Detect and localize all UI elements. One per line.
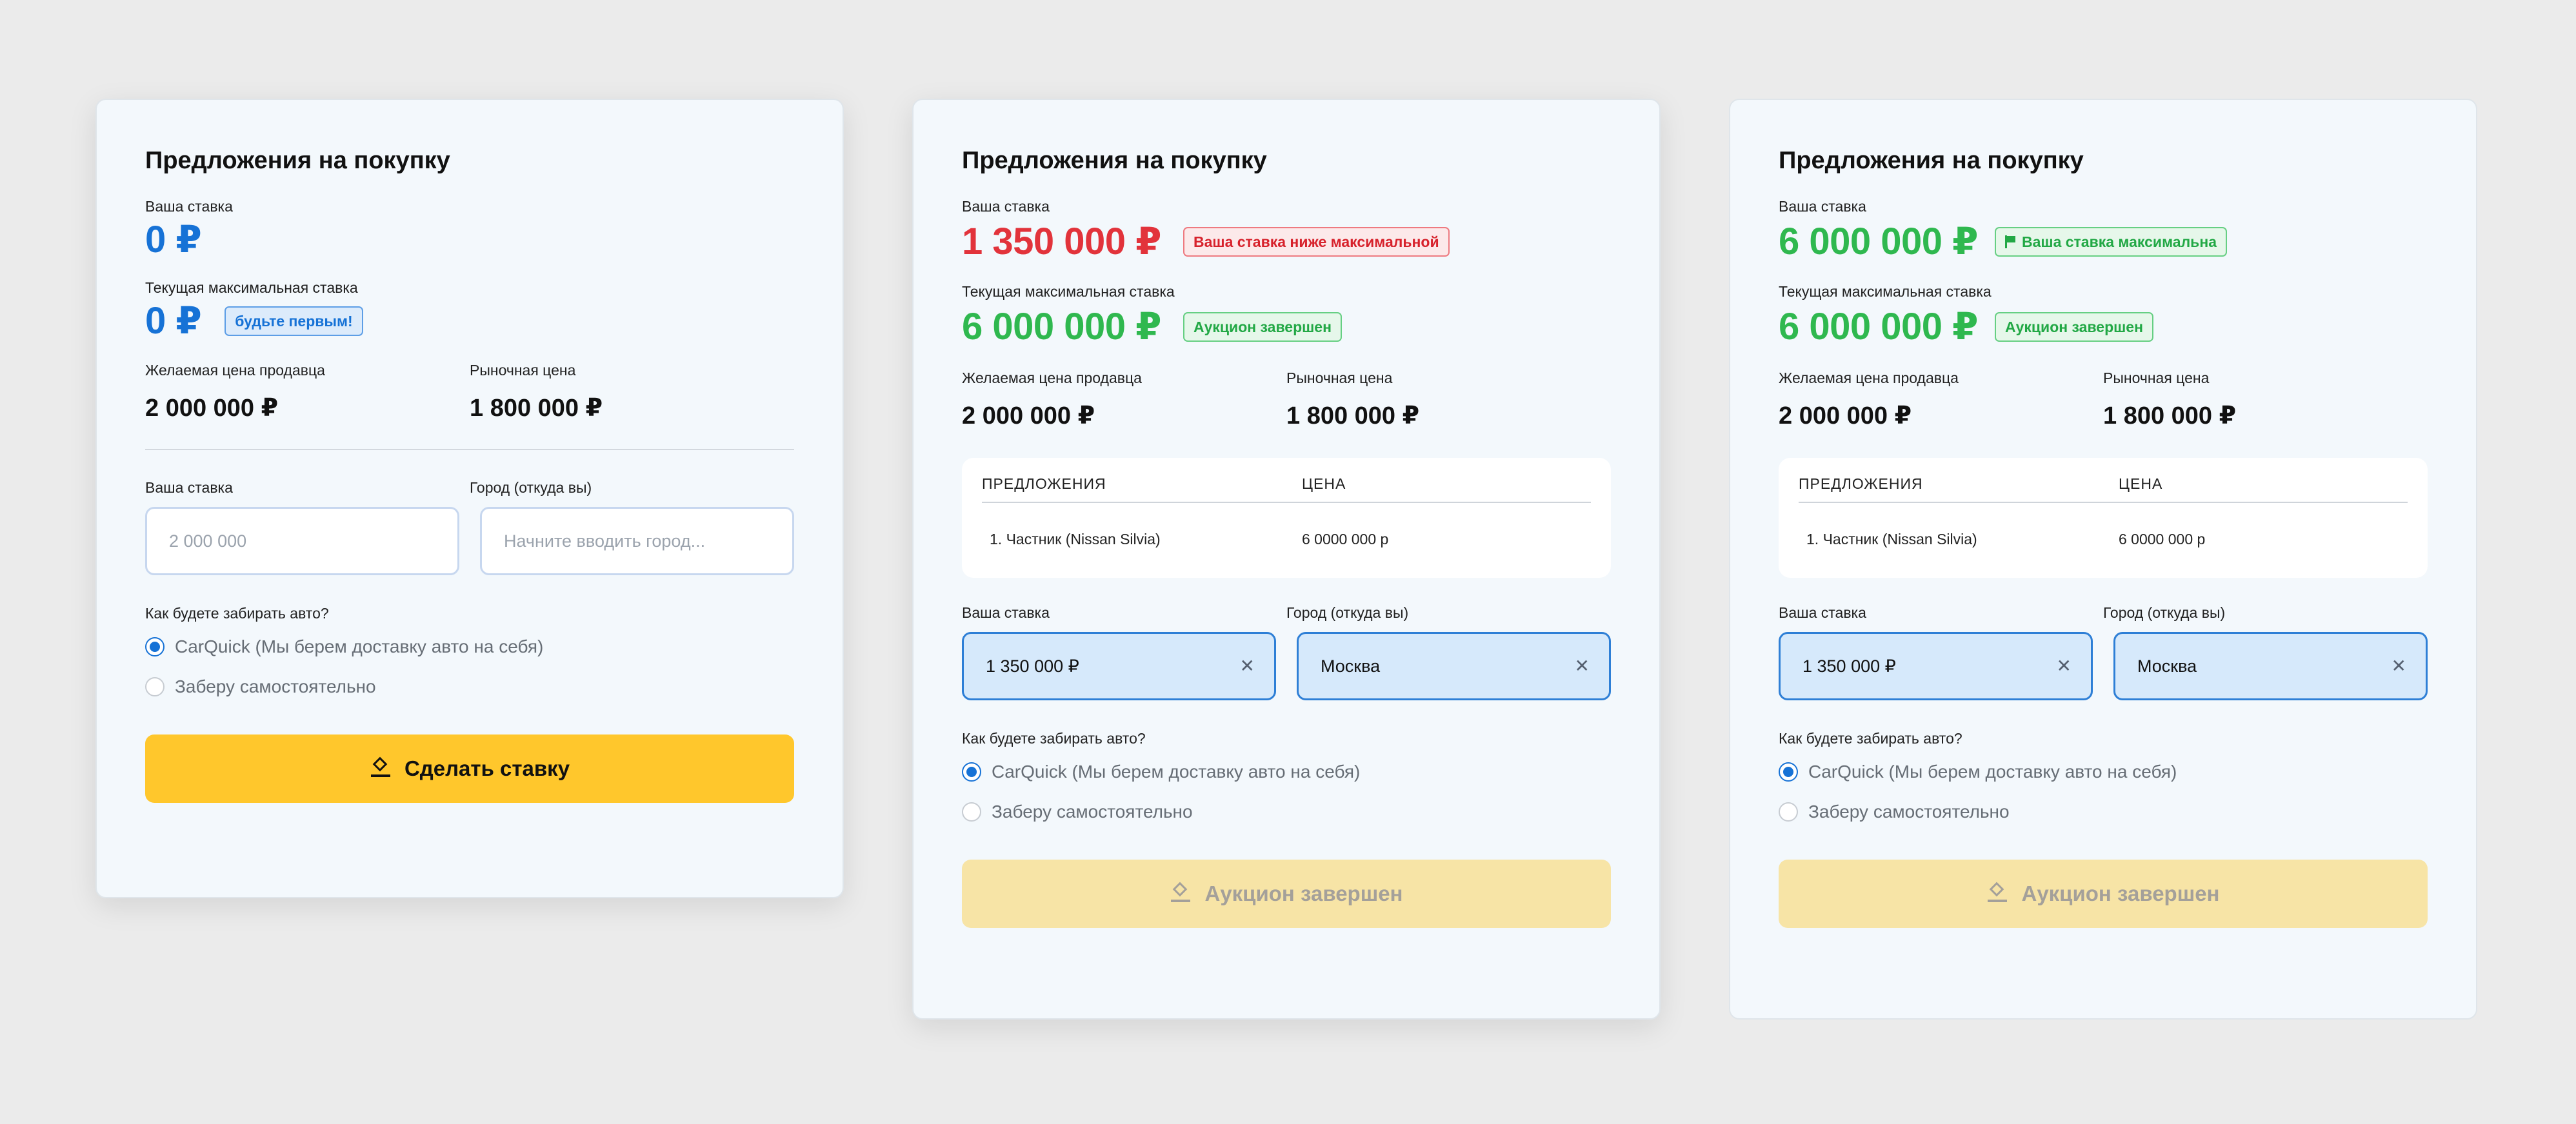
radio-delivery[interactable] xyxy=(145,637,165,656)
auction-closed-button[interactable]: Аукцион завершен xyxy=(1779,860,2428,928)
market-price-label: Рыночная цена xyxy=(2103,370,2210,386)
offers-col-header: ПРЕДЛОЖЕНИЯ xyxy=(1799,475,1923,492)
radio-delivery-label[interactable]: CarQuick (Мы берем доставку авто на себя… xyxy=(175,635,543,658)
radio-delivery[interactable] xyxy=(1779,762,1798,782)
status-badge: будьте первым! xyxy=(225,306,363,336)
gavel-icon xyxy=(1986,883,2010,905)
card-title: Предложения на покупку xyxy=(145,147,450,174)
city-input[interactable]: Москва ✕ xyxy=(1297,632,1611,700)
close-icon[interactable]: ✕ xyxy=(1575,657,1590,675)
flag-icon xyxy=(2005,235,2015,248)
radio-delivery-label[interactable]: CarQuick (Мы берем доставку авто на себя… xyxy=(1808,760,2177,784)
your-bid-value: 1 350 000 ₽ xyxy=(962,221,1162,262)
radio-self-pickup[interactable] xyxy=(145,677,165,696)
radio-delivery[interactable] xyxy=(962,762,981,782)
table-row: 1. Частник (Nissan Silvia) 6 0000 000 р xyxy=(1799,503,2408,548)
max-bid-label: Текущая максимальная ставка xyxy=(145,279,358,296)
status-badge: Ваша ставка ниже максимальной xyxy=(1183,227,1450,257)
city-input-label: Город (откуда вы) xyxy=(470,479,592,496)
radio-self-pickup-label[interactable]: Заберу самостоятельно xyxy=(175,675,376,698)
offer-price: 6 0000 000 р xyxy=(1302,531,1389,547)
radio-self-pickup-label[interactable]: Заберу самостоятельно xyxy=(1808,800,2010,823)
bid-input[interactable]: 1 350 000 ₽ ✕ xyxy=(1779,632,2093,700)
auction-status-badge: Аукцион завершен xyxy=(1995,312,2153,342)
city-input-value: Москва xyxy=(2137,656,2197,676)
max-bid-value: 6 000 000 ₽ xyxy=(1779,306,1979,348)
bid-input[interactable]: 2 000 000 xyxy=(145,507,459,575)
market-price-value: 1 800 000 ₽ xyxy=(470,395,603,422)
auction-closed-button-label: Аукцион завершен xyxy=(1204,882,1403,905)
market-price-value: 1 800 000 ₽ xyxy=(1286,402,1420,429)
status-badge: Ваша ставка максимальна xyxy=(1995,227,2228,257)
offer-price: 6 0000 000 р xyxy=(2119,531,2206,547)
bid-input-value: 1 350 000 ₽ xyxy=(986,656,1079,676)
radio-self-pickup-label[interactable]: Заберу самостоятельно xyxy=(992,800,1193,823)
market-price-label: Рыночная цена xyxy=(1286,370,1393,386)
price-col-header: ЦЕНА xyxy=(2119,475,2163,492)
your-bid-value: 6 000 000 ₽ xyxy=(1779,221,1979,262)
divider xyxy=(145,449,794,450)
bid-card-lower: Предложения на покупку Ваша ставка 1 350… xyxy=(912,99,1661,1020)
city-input-label: Город (откуда вы) xyxy=(1286,604,1409,621)
seller-price-value: 2 000 000 ₽ xyxy=(962,402,1095,429)
city-input-label: Город (откуда вы) xyxy=(2103,604,2226,621)
city-input-value: Москва xyxy=(1321,656,1381,676)
status-badge-label: Ваша ставка максимальна xyxy=(2022,233,2217,250)
market-price-value: 1 800 000 ₽ xyxy=(2103,402,2237,429)
offer-name: 1. Частник (Nissan Silvia) xyxy=(990,531,1161,547)
offer-name: 1. Частник (Nissan Silvia) xyxy=(1806,531,1977,547)
pickup-question: Как будете забирать авто? xyxy=(962,730,1146,747)
place-bid-button[interactable]: Сделать ставку xyxy=(145,735,794,803)
bid-input-label: Ваша ставка xyxy=(962,604,1050,621)
max-bid-label: Текущая максимальная ставка xyxy=(962,283,1175,300)
your-bid-value: 0 ₽ xyxy=(145,219,202,261)
radio-self-pickup[interactable] xyxy=(1779,802,1798,822)
close-icon[interactable]: ✕ xyxy=(2391,657,2406,675)
seller-price-label: Желаемая цена продавца xyxy=(1779,370,1959,386)
seller-price-value: 2 000 000 ₽ xyxy=(1779,402,1912,429)
offers-table: ПРЕДЛОЖЕНИЯ ЦЕНА 1. Частник (Nissan Silv… xyxy=(962,458,1611,578)
auction-closed-button-label: Аукцион завершен xyxy=(2021,882,2220,905)
card-title: Предложения на покупку xyxy=(1779,147,2084,174)
bid-input-label: Ваша ставка xyxy=(145,479,233,496)
pickup-question: Как будете забирать авто? xyxy=(1779,730,1962,747)
bid-input-value: 1 350 000 ₽ xyxy=(1802,656,1896,676)
bid-input-label: Ваша ставка xyxy=(1779,604,1866,621)
seller-price-value: 2 000 000 ₽ xyxy=(145,395,279,422)
bid-card-winning: Предложения на покупку Ваша ставка 6 000… xyxy=(1729,99,2477,1020)
price-col-header: ЦЕНА xyxy=(1302,475,1346,492)
pickup-question: Как будете забирать авто? xyxy=(145,605,329,622)
your-bid-label: Ваша ставка xyxy=(962,198,1050,215)
gavel-icon xyxy=(370,758,393,780)
auction-closed-button[interactable]: Аукцион завершен xyxy=(962,860,1611,928)
max-bid-label: Текущая максимальная ставка xyxy=(1779,283,1992,300)
max-bid-value: 6 000 000 ₽ xyxy=(962,306,1162,348)
radio-self-pickup[interactable] xyxy=(962,802,981,822)
city-input[interactable]: Начните вводить город... xyxy=(480,507,794,575)
gavel-icon xyxy=(1170,883,1193,905)
radio-delivery-label[interactable]: CarQuick (Мы берем доставку авто на себя… xyxy=(992,760,1360,784)
offers-col-header: ПРЕДЛОЖЕНИЯ xyxy=(982,475,1106,492)
card-title: Предложения на покупку xyxy=(962,147,1267,174)
your-bid-label: Ваша ставка xyxy=(1779,198,1866,215)
place-bid-button-label: Сделать ставку xyxy=(404,756,570,780)
table-row: 1. Частник (Nissan Silvia) 6 0000 000 р xyxy=(982,503,1591,548)
offers-table: ПРЕДЛОЖЕНИЯ ЦЕНА 1. Частник (Nissan Silv… xyxy=(1779,458,2428,578)
bid-input[interactable]: 1 350 000 ₽ ✕ xyxy=(962,632,1276,700)
max-bid-value: 0 ₽ xyxy=(145,300,202,342)
auction-status-badge: Аукцион завершен xyxy=(1183,312,1342,342)
close-icon[interactable]: ✕ xyxy=(1240,657,1255,675)
bid-card-initial: Предложения на покупку Ваша ставка 0 ₽ Т… xyxy=(95,99,844,898)
seller-price-label: Желаемая цена продавца xyxy=(145,362,325,379)
seller-price-label: Желаемая цена продавца xyxy=(962,370,1142,386)
market-price-label: Рыночная цена xyxy=(470,362,576,379)
city-input[interactable]: Москва ✕ xyxy=(2113,632,2428,700)
your-bid-label: Ваша ставка xyxy=(145,198,233,215)
close-icon[interactable]: ✕ xyxy=(2057,657,2072,675)
